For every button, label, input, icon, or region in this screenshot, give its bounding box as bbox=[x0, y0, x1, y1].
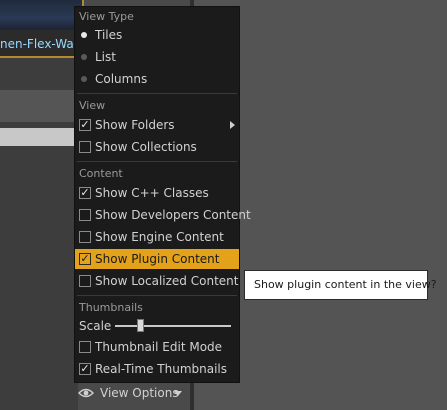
menu-item-columns[interactable]: Columns bbox=[75, 69, 239, 89]
thumbnail-scale-slider[interactable] bbox=[115, 319, 231, 332]
menu-item-show-engine-content[interactable]: Show Engine Content bbox=[75, 227, 239, 247]
asset-thumbnail-image bbox=[0, 0, 82, 30]
menu-item-list[interactable]: List bbox=[75, 47, 239, 67]
slider-handle[interactable] bbox=[136, 319, 144, 332]
menu-item-show-plugin-content[interactable]: ✓ Show Plugin Content bbox=[75, 249, 239, 269]
tooltip: Show plugin content in the view? bbox=[244, 270, 437, 300]
menu-separator bbox=[77, 93, 237, 94]
section-header-thumbnails: Thumbnails bbox=[79, 301, 143, 314]
checkbox-unchecked-icon bbox=[79, 209, 91, 221]
menu-separator bbox=[77, 161, 237, 162]
menu-item-show-folders[interactable]: ✓ Show Folders bbox=[75, 115, 239, 135]
menu-item-show-collections[interactable]: Show Collections bbox=[75, 137, 239, 157]
panel-highlight-strip bbox=[0, 128, 78, 146]
checkbox-checked-icon: ✓ bbox=[79, 362, 91, 375]
chevron-down-icon bbox=[174, 391, 182, 396]
radio-selected-icon bbox=[81, 32, 87, 38]
submenu-arrow-icon bbox=[230, 121, 235, 129]
checkbox-checked-icon: ✓ bbox=[79, 118, 91, 131]
checkbox-unchecked-icon bbox=[79, 231, 91, 243]
checkbox-unchecked-icon bbox=[79, 341, 91, 353]
thumbnail-scale-row: Scale bbox=[75, 316, 239, 336]
menu-item-tiles[interactable]: Tiles bbox=[75, 25, 239, 45]
checkbox-checked-icon: ✓ bbox=[79, 186, 91, 199]
radio-unselected-icon bbox=[81, 76, 87, 82]
menu-item-real-time-thumbnails[interactable]: ✓ Real-Time Thumbnails bbox=[75, 359, 239, 379]
section-header-content: Content bbox=[79, 167, 123, 180]
menu-item-show-localized-content[interactable]: Show Localized Content bbox=[75, 271, 239, 291]
section-header-view: View bbox=[79, 99, 106, 112]
section-header-view-type: View Type bbox=[79, 10, 134, 23]
radio-unselected-icon bbox=[81, 54, 87, 60]
panel-strip bbox=[0, 90, 78, 122]
view-options-menu: View Type Tiles List Columns View ✓ Show… bbox=[74, 6, 251, 383]
checkbox-unchecked-icon bbox=[79, 275, 91, 287]
menu-separator bbox=[77, 295, 237, 296]
checkbox-unchecked-icon bbox=[79, 141, 91, 153]
checkbox-checked-icon: ✓ bbox=[79, 252, 91, 265]
menu-item-show-developers-content[interactable]: Show Developers Content bbox=[75, 205, 251, 225]
asset-thumbnail[interactable]: nen-Flex-Wate bbox=[0, 0, 84, 58]
menu-item-show-cpp-classes[interactable]: ✓ Show C++ Classes bbox=[75, 183, 239, 203]
asset-name: nen-Flex-Wate bbox=[0, 37, 84, 51]
eye-icon bbox=[78, 388, 94, 398]
menu-item-thumbnail-edit-mode[interactable]: Thumbnail Edit Mode bbox=[75, 337, 239, 357]
content-browser-asset-area bbox=[0, 0, 78, 410]
scale-label: Scale bbox=[79, 319, 112, 333]
